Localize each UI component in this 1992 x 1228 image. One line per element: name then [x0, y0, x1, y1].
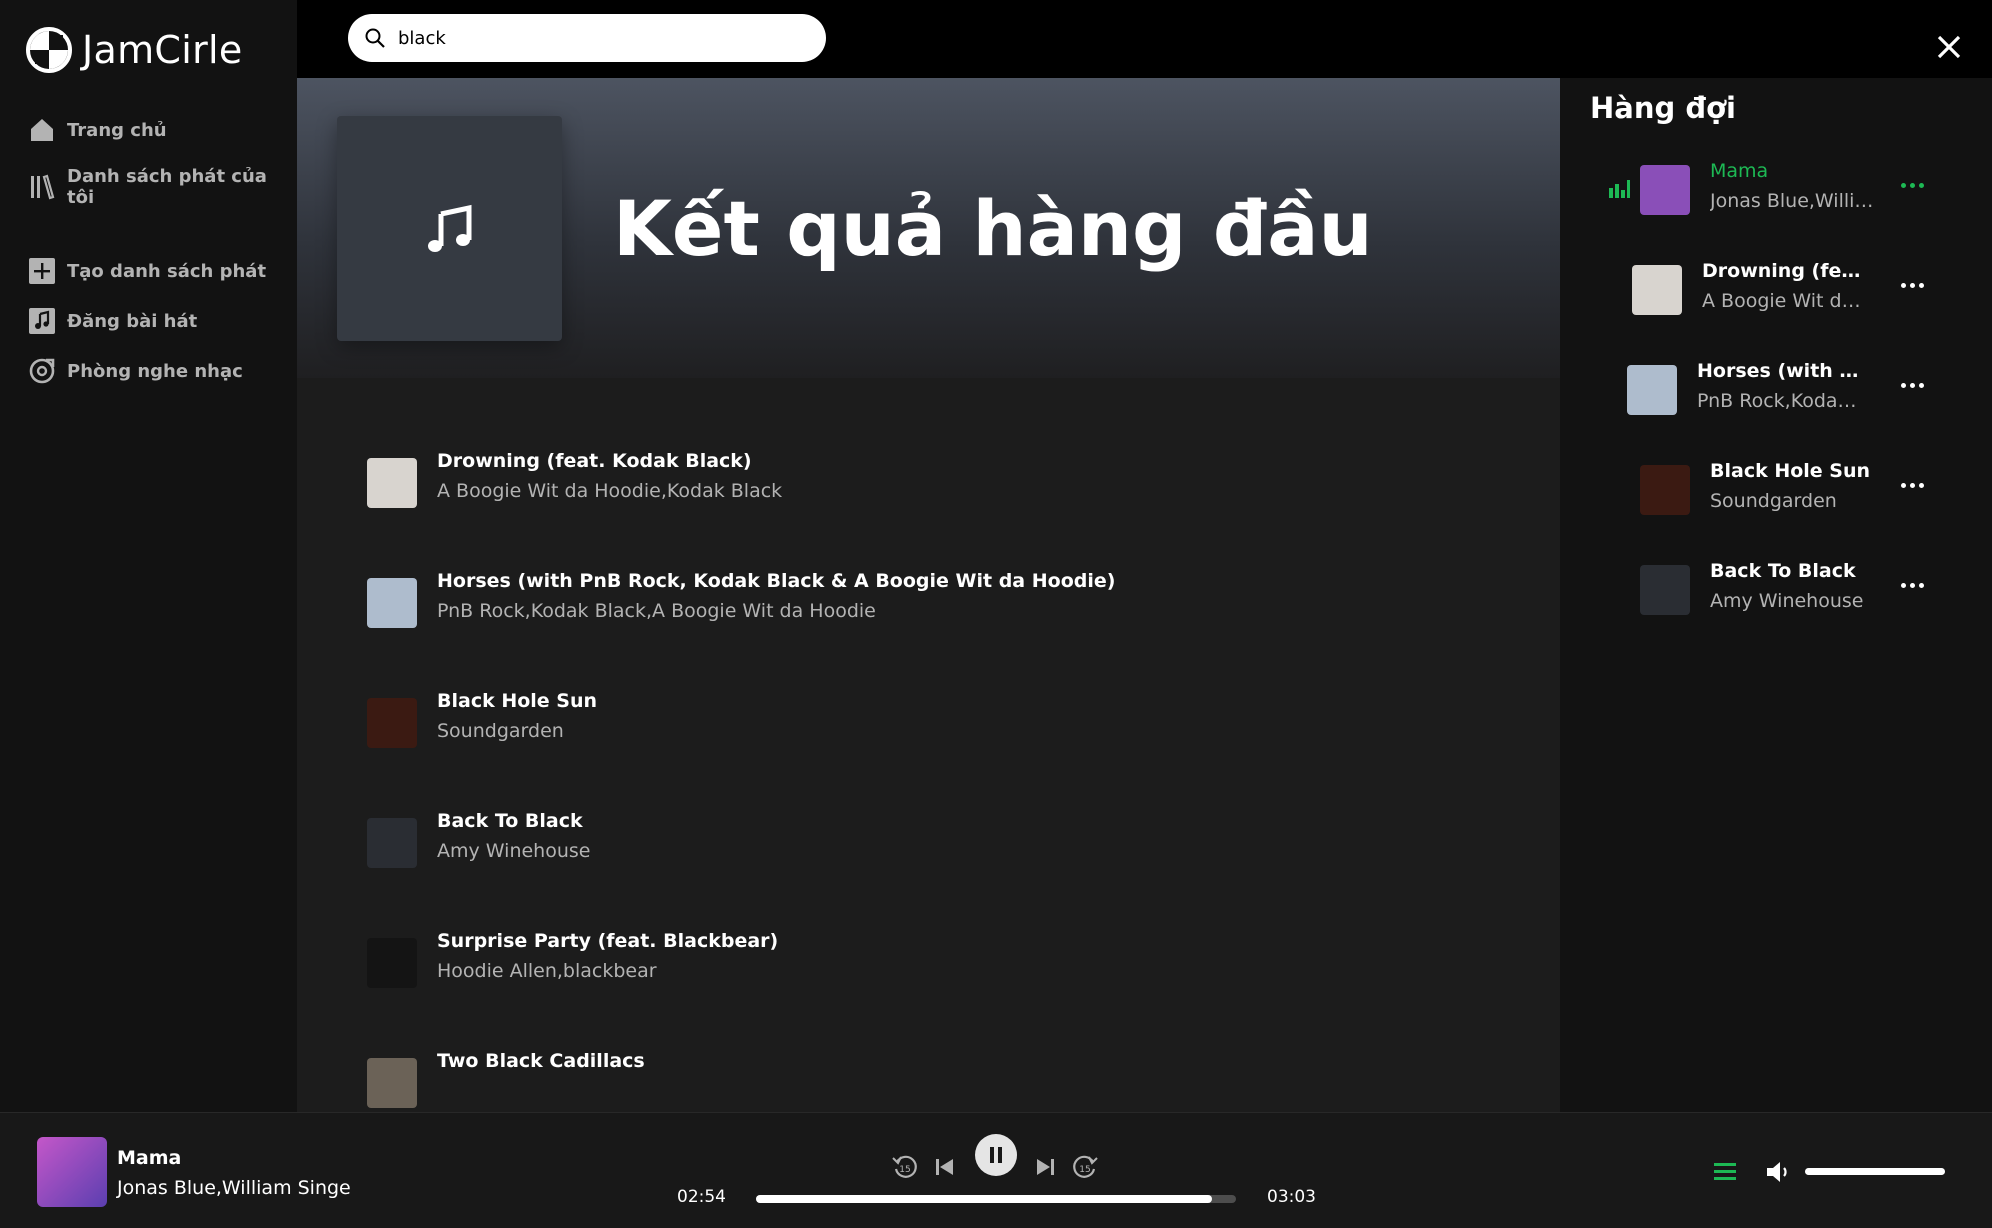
sidebar: JamCirle Trang chủ Danh sách phát của tô…	[0, 0, 297, 1112]
queue-icon[interactable]	[1712, 1159, 1738, 1185]
sidebar-item-label: Phòng nghe nhạc	[67, 360, 243, 382]
sidebar-item-listening-room[interactable]: Phòng nghe nhạc	[28, 357, 243, 385]
page-title: Kết quả hàng đầu	[613, 184, 1373, 273]
more-options-icon[interactable]	[1892, 470, 1932, 500]
duration: 03:03	[1267, 1187, 1316, 1207]
sidebar-item-home[interactable]: Trang chủ	[28, 116, 167, 144]
sidebar-item-label: Đăng bài hát	[67, 310, 198, 332]
album-cover	[367, 938, 417, 988]
hero-artwork	[337, 116, 562, 341]
volume-slider[interactable]	[1805, 1168, 1945, 1175]
pause-icon	[990, 1147, 1002, 1163]
album-cover	[1640, 165, 1690, 215]
app-logo[interactable]: JamCirle	[26, 27, 243, 73]
volume-fill	[1805, 1168, 1945, 1175]
volume-icon[interactable]	[1764, 1159, 1792, 1185]
queue-item-artist: Soundgarden	[1710, 490, 1837, 512]
logo-icon	[26, 27, 72, 73]
album-cover	[1640, 565, 1690, 615]
album-cover	[367, 458, 417, 508]
forward-15-icon[interactable]: 15	[1071, 1153, 1099, 1181]
song-title: Surprise Party (feat. Blackbear)	[437, 930, 779, 952]
sidebar-item-label: Trang chủ	[67, 119, 167, 141]
list-item[interactable]: Drowning (feat. Kodak Black) A Boogie Wi…	[367, 448, 1467, 508]
next-track-icon[interactable]	[1031, 1153, 1059, 1181]
song-title: Two Black Cadillacs	[437, 1050, 645, 1072]
current-time: 02:54	[677, 1187, 726, 1207]
queue-item[interactable]: Drowning (feat. Kodak Black) A Boogie Wi…	[1560, 260, 1992, 320]
music-note-icon	[427, 204, 471, 252]
sidebar-item-create-playlist[interactable]: Tạo danh sách phát	[28, 257, 266, 285]
list-item[interactable]: Two Black Cadillacs	[367, 1048, 1467, 1108]
song-title: Black Hole Sun	[437, 690, 598, 712]
list-item[interactable]: Black Hole Sun Soundgarden	[367, 688, 1467, 748]
queue-item[interactable]: Mama Jonas Blue,William Singe	[1560, 160, 1992, 220]
search-bar	[348, 14, 826, 62]
queue-item[interactable]: Back To Black Amy Winehouse	[1560, 560, 1992, 620]
queue-item-artist: PnB Rock,Kodak Black,A Boogie Wit da Hoo…	[1697, 390, 1867, 412]
queue-item-title: Back To Black	[1710, 560, 1856, 582]
list-item[interactable]: Back To Black Amy Winehouse	[367, 808, 1467, 868]
queue-item-title: Mama	[1710, 160, 1769, 182]
queue-item-title: Drowning (feat. Kodak Black)	[1702, 260, 1872, 282]
queue-item[interactable]: Black Hole Sun Soundgarden	[1560, 460, 1992, 520]
album-cover	[367, 698, 417, 748]
search-input[interactable]	[398, 27, 778, 49]
home-icon	[31, 119, 53, 141]
progress-bar[interactable]	[756, 1195, 1236, 1203]
hero-banner: Kết quả hàng đầu	[297, 78, 1560, 378]
song-artist: Amy Winehouse	[437, 840, 591, 862]
album-cover	[1632, 265, 1682, 315]
song-title: Horses (with PnB Rock, Kodak Black & A B…	[437, 570, 1116, 592]
now-playing-title[interactable]: Mama	[117, 1147, 181, 1169]
app-name: JamCirle	[82, 28, 243, 72]
player-bar: Mama Jonas Blue,William Singe 15 15 02:5…	[0, 1112, 1992, 1228]
search-icon	[365, 28, 385, 48]
song-artist: Hoodie Allen,blackbear	[437, 960, 657, 982]
queue-item-title: Black Hole Sun	[1710, 460, 1871, 482]
equalizer-icon	[1609, 180, 1630, 198]
more-options-icon[interactable]	[1892, 270, 1932, 300]
song-title: Drowning (feat. Kodak Black)	[437, 450, 752, 472]
sidebar-item-my-playlists[interactable]: Danh sách phát của tôi	[28, 166, 297, 208]
previous-track-icon[interactable]	[931, 1153, 959, 1181]
progress-fill	[756, 1195, 1212, 1203]
queue-panel: Hàng đợi Mama Jonas Blue,William Singe D…	[1560, 78, 1992, 1112]
music-note-icon	[29, 308, 55, 334]
song-artist: Soundgarden	[437, 720, 564, 742]
queue-item[interactable]: Horses (with PnB Rock, Kodak Black & A B…	[1560, 360, 1992, 420]
sidebar-item-label: Danh sách phát của tôi	[67, 166, 267, 208]
album-cover	[367, 818, 417, 868]
queue-item-artist: A Boogie Wit da Hoodie,Kodak Black	[1702, 290, 1872, 312]
queue-item-artist: Jonas Blue,William Singe	[1710, 190, 1880, 212]
queue-title: Hàng đợi	[1590, 91, 1736, 125]
more-options-icon[interactable]	[1892, 170, 1932, 200]
queue-item-artist: Amy Winehouse	[1710, 590, 1864, 612]
svg-text:15: 15	[899, 1165, 910, 1175]
close-icon[interactable]	[1936, 34, 1962, 60]
rewind-15-icon[interactable]: 15	[891, 1153, 919, 1181]
sidebar-item-upload-song[interactable]: Đăng bài hát	[28, 307, 197, 335]
album-cover	[1627, 365, 1677, 415]
list-item[interactable]: Surprise Party (feat. Blackbear) Hoodie …	[367, 928, 1467, 988]
library-icon	[31, 174, 55, 200]
song-artist: A Boogie Wit da Hoodie,Kodak Black	[437, 480, 783, 502]
sidebar-item-label: Tạo danh sách phát	[67, 260, 267, 282]
album-cover	[1640, 465, 1690, 515]
list-item[interactable]: Horses (with PnB Rock, Kodak Black & A B…	[367, 568, 1467, 628]
pause-button[interactable]	[975, 1134, 1017, 1176]
more-options-icon[interactable]	[1892, 370, 1932, 400]
album-cover	[367, 578, 417, 628]
song-artist: PnB Rock,Kodak Black,A Boogie Wit da Hoo…	[437, 600, 876, 622]
now-playing-cover[interactable]	[37, 1137, 107, 1207]
queue-item-title: Horses (with PnB Rock, Kodak Black & A B…	[1697, 360, 1867, 382]
song-title: Back To Black	[437, 810, 583, 832]
main-content: Kết quả hàng đầu Drowning (feat. Kodak B…	[297, 78, 1560, 1112]
more-options-icon[interactable]	[1892, 570, 1932, 600]
album-cover	[367, 1058, 417, 1108]
now-playing-artist[interactable]: Jonas Blue,William Singe	[117, 1177, 351, 1199]
plus-square-icon	[29, 258, 55, 284]
svg-text:15: 15	[1079, 1165, 1090, 1175]
listening-room-icon	[29, 358, 55, 384]
